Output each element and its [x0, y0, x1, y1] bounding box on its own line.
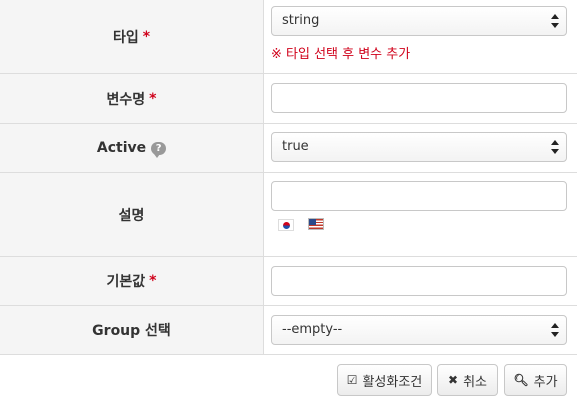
- type-label: 타입 *: [0, 0, 264, 73]
- cancel-button[interactable]: ✖ 취소: [437, 364, 498, 396]
- group-select[interactable]: --empty--: [271, 315, 567, 345]
- korean-flag-icon[interactable]: [278, 219, 294, 231]
- activate-condition-button[interactable]: ☑ 활성화조건: [337, 364, 432, 396]
- select-arrows-icon: [551, 323, 559, 337]
- form-row-default-value: 기본값 *: [0, 257, 577, 306]
- required-mark: *: [149, 90, 157, 107]
- check-square-icon: ☑: [346, 373, 358, 387]
- description-label: 설명: [0, 173, 264, 256]
- default-value-label: 기본값 *: [0, 257, 264, 305]
- form-row-active: Active ? true: [0, 124, 577, 173]
- search-icon: 🔍︎: [513, 373, 529, 387]
- active-select[interactable]: true: [271, 132, 567, 162]
- variable-name-label: 변수명 *: [0, 74, 264, 123]
- active-label: Active ?: [0, 124, 264, 172]
- us-flag-icon[interactable]: [308, 218, 324, 230]
- default-value-input[interactable]: [271, 266, 567, 296]
- type-hint-text: ※ 타입 선택 후 변수 추가: [271, 47, 411, 62]
- type-select[interactable]: string: [271, 6, 567, 36]
- add-button[interactable]: 🔍︎ 추가: [504, 364, 567, 396]
- type-select-value: string: [282, 13, 320, 28]
- form-row-group-select: Group 선택 --empty--: [0, 306, 577, 355]
- form-row-description: 설명: [0, 173, 577, 257]
- description-input[interactable]: [271, 181, 567, 211]
- select-arrows-icon: [551, 14, 559, 28]
- form-row-type: 타입 * string ※ 타입 선택 후 변수 추가: [0, 0, 577, 74]
- question-bubble-icon[interactable]: ?: [151, 141, 167, 158]
- group-select-label: Group 선택: [0, 306, 264, 354]
- select-arrows-icon: [551, 140, 559, 154]
- group-select-value: --empty--: [282, 322, 343, 337]
- form-row-variable-name: 변수명 *: [0, 74, 577, 124]
- required-mark: *: [149, 273, 157, 289]
- required-mark: *: [142, 28, 151, 45]
- active-select-value: true: [282, 139, 309, 154]
- x-icon: ✖: [448, 373, 459, 387]
- variable-name-input[interactable]: [271, 83, 567, 113]
